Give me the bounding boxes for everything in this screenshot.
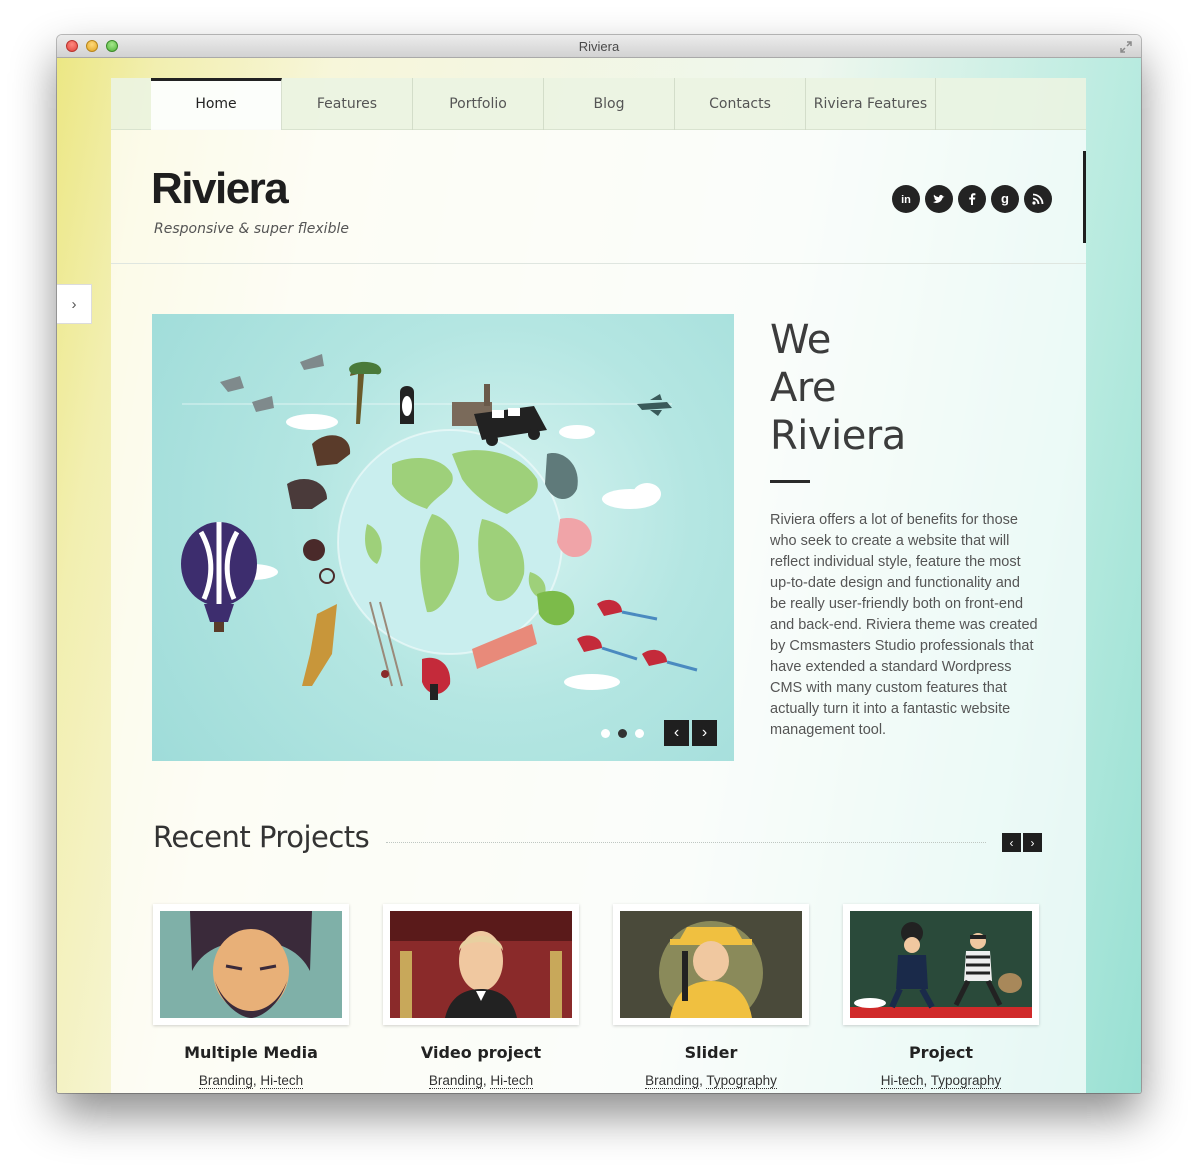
linkedin-icon[interactable]: in <box>892 185 920 213</box>
chevron-right-icon: › <box>71 295 77 313</box>
chevron-right-icon: › <box>701 724 708 741</box>
nav-item-blog[interactable]: Blog <box>544 78 675 130</box>
recent-projects-title: Recent Projects <box>153 820 370 854</box>
project-card: Project Hi-tech, Typography <box>843 904 1039 1089</box>
page-container: Home Features Portfolio Blog Contacts Ri… <box>111 78 1086 1093</box>
twitter-icon[interactable] <box>925 185 953 213</box>
facebook-icon[interactable] <box>958 185 986 213</box>
slider-dot-2[interactable] <box>618 729 627 738</box>
projects-next-button[interactable]: › <box>1023 833 1042 852</box>
project-title[interactable]: Slider <box>613 1043 809 1062</box>
section-divider <box>386 842 986 843</box>
site-header: Riviera Responsive & super flexible in g <box>111 131 1086 264</box>
project-thumbnail[interactable] <box>843 904 1039 1025</box>
slider-dot-3[interactable] <box>635 729 644 738</box>
side-panel-toggle[interactable]: › <box>57 284 92 324</box>
project-title[interactable]: Multiple Media <box>153 1043 349 1062</box>
browser-window: Riviera › Home Features Portfolio Blog C… <box>57 35 1141 1093</box>
project-tags: Branding, Hi-tech <box>428 1073 534 1089</box>
project-tags: Hi-tech, Typography <box>880 1073 1002 1089</box>
social-links: in g <box>892 185 1052 213</box>
project-tag-link[interactable]: Typography <box>930 1073 1002 1089</box>
project-tag-link[interactable]: Hi-tech <box>880 1073 924 1089</box>
header-accent-bar <box>1083 151 1086 243</box>
slider-pagination <box>601 729 644 738</box>
hero-title: We Are Riviera <box>770 316 906 460</box>
project-tag-link[interactable]: Branding <box>428 1073 483 1089</box>
project-tags: Branding, Hi-tech <box>198 1073 304 1089</box>
project-card: Multiple Media Branding, Hi-tech <box>153 904 349 1089</box>
project-card: Video project Branding, Hi-tech <box>383 904 579 1089</box>
nav-item-portfolio[interactable]: Portfolio <box>413 78 544 130</box>
hero-divider <box>770 480 810 483</box>
svg-text:g: g <box>1001 192 1009 206</box>
hero-title-line-3: Riviera <box>770 413 906 459</box>
slider-next-button[interactable]: › <box>692 720 717 746</box>
site-tagline: Responsive & super flexible <box>154 221 349 237</box>
project-tag-link[interactable]: Hi-tech <box>490 1073 534 1089</box>
site-logo[interactable]: Riviera <box>151 167 289 211</box>
title-bar: Riviera <box>57 35 1141 58</box>
nav-item-features[interactable]: Features <box>282 78 413 130</box>
project-tag-link[interactable]: Typography <box>706 1073 777 1089</box>
project-title[interactable]: Video project <box>383 1043 579 1062</box>
slider-prev-button[interactable]: ‹ <box>664 720 689 746</box>
project-card: Slider Branding, Typography <box>613 904 809 1089</box>
chevron-left-icon: ‹ <box>673 724 680 741</box>
svg-text:in: in <box>901 194 911 206</box>
hero-title-line-2: Are <box>770 365 837 411</box>
hero-title-line-1: We <box>770 317 831 363</box>
chevron-right-icon: › <box>1030 835 1035 850</box>
world-illustration <box>181 354 698 700</box>
project-title[interactable]: Project <box>843 1043 1039 1062</box>
slider-dot-1[interactable] <box>601 729 610 738</box>
nav-item-contacts[interactable]: Contacts <box>675 78 806 130</box>
page-viewport: › Home Features Portfolio Blog Contacts … <box>57 58 1141 1093</box>
project-thumbnail[interactable] <box>153 904 349 1025</box>
project-thumbnail[interactable] <box>383 904 579 1025</box>
project-tag-link[interactable]: Hi-tech <box>260 1073 304 1089</box>
project-thumbnail[interactable] <box>613 904 809 1025</box>
nav-item-home[interactable]: Home <box>151 78 282 130</box>
window-title: Riviera <box>578 39 620 54</box>
google-icon[interactable]: g <box>991 185 1019 213</box>
project-tag-link[interactable]: Branding <box>645 1073 700 1089</box>
fullscreen-icon[interactable] <box>1119 40 1133 54</box>
hero-slider[interactable]: ‹ › <box>152 314 734 761</box>
chevron-left-icon: ‹ <box>1009 835 1014 850</box>
nav-item-riviera-features[interactable]: Riviera Features <box>806 78 936 130</box>
rss-icon[interactable] <box>1024 185 1052 213</box>
projects-prev-button[interactable]: ‹ <box>1002 833 1021 852</box>
main-navigation: Home Features Portfolio Blog Contacts Ri… <box>111 78 1086 130</box>
project-tag-link[interactable]: Branding <box>198 1073 253 1089</box>
hero-description: Riviera offers a lot of benefits for tho… <box>770 512 1038 738</box>
project-tags: Branding, Typography <box>645 1073 777 1089</box>
